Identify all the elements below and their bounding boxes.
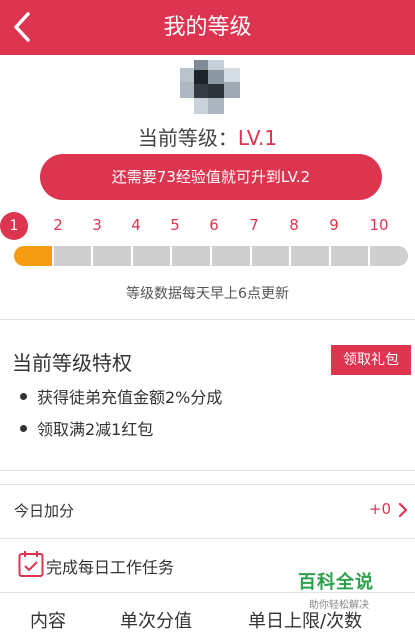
- current-level-label: 当前等级：: [137, 126, 238, 150]
- bullet-icon: [20, 393, 27, 400]
- avatar: [180, 60, 240, 114]
- calendar-check-icon: [18, 551, 44, 577]
- level-number-10: 10: [369, 216, 389, 234]
- today-score-value: +0: [368, 500, 391, 518]
- divider: [0, 484, 415, 485]
- level-number-7: 7: [249, 216, 259, 234]
- level-number-2: 2: [53, 216, 63, 234]
- level-number-8: 8: [289, 216, 299, 234]
- bullet-icon: [20, 425, 27, 432]
- privileges-title: 当前等级特权: [12, 351, 132, 375]
- privilege-item: 获得徒弟充值金额2%分成: [20, 384, 222, 408]
- upgrade-message-button[interactable]: 还需要73经验值就可升到LV.2: [40, 154, 382, 200]
- divider: [0, 319, 415, 320]
- update-note: 等级数据每天早上6点更新: [126, 286, 289, 302]
- level-number-4: 4: [131, 216, 141, 234]
- privilege-item-text: 领取满2减1红包: [37, 420, 154, 439]
- divider: [0, 470, 415, 471]
- level-number-3: 3: [92, 216, 102, 234]
- top-bar: 我的等级: [0, 0, 415, 55]
- level-bar-segment: [212, 246, 250, 266]
- daily-task-label: 完成每日工作任务: [46, 558, 175, 577]
- watermark-subtitle: 助你轻松解决: [309, 600, 369, 611]
- level-number-1: 1: [0, 212, 28, 240]
- level-bar-segment: [93, 246, 131, 266]
- level-number-9: 9: [329, 216, 339, 234]
- watermark-title: 百科全说: [298, 572, 374, 593]
- column-header-score: 单次分值: [120, 611, 192, 632]
- level-bar-segment: [14, 246, 52, 266]
- level-number-6: 6: [209, 216, 219, 234]
- column-header-content: 内容: [30, 611, 66, 632]
- watermark: 百科全说 助你轻松解决: [298, 568, 380, 611]
- chevron-right-icon: [398, 502, 408, 518]
- level-bar-segment: [330, 246, 369, 266]
- current-level-value: LV.1: [237, 126, 278, 150]
- today-score-label: 今日加分: [14, 502, 75, 520]
- level-progress-bar: [14, 246, 408, 266]
- claim-gift-button[interactable]: 领取礼包: [331, 345, 411, 375]
- level-bar-segment: [132, 246, 171, 266]
- current-level: 当前等级：LV.1: [0, 122, 415, 151]
- divider: [0, 538, 415, 539]
- level-bar-segment: [370, 246, 408, 266]
- page-title: 我的等级: [163, 15, 252, 40]
- level-bar-segment: [291, 246, 329, 266]
- privilege-item-text: 获得徒弟充值金额2%分成: [37, 388, 223, 407]
- level-number-5: 5: [170, 216, 180, 234]
- level-bar-segment: [172, 246, 210, 266]
- privilege-item: 领取满2减1红包: [20, 416, 153, 440]
- level-bar-segment: [251, 246, 290, 266]
- level-bar-segment: [53, 246, 92, 266]
